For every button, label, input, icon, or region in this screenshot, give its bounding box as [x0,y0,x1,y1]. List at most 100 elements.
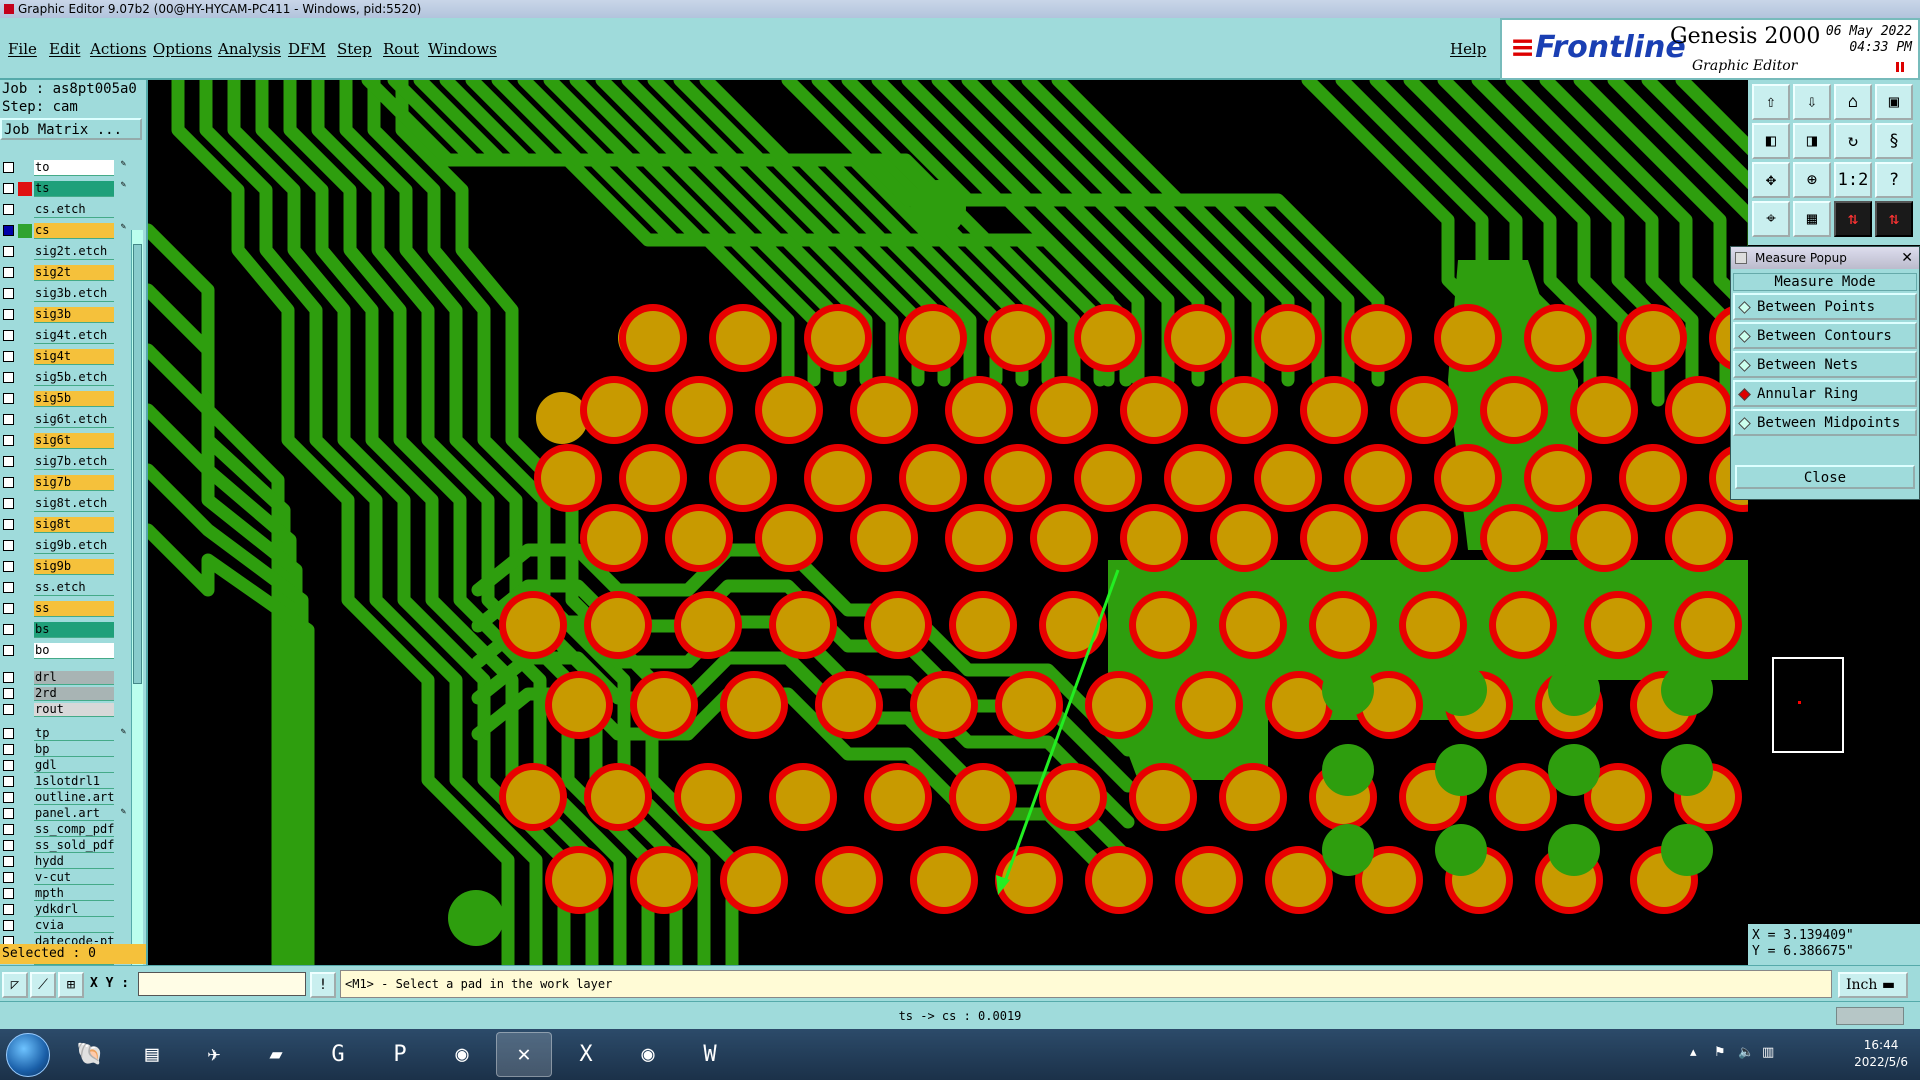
layer-color-swatch[interactable] [18,455,32,469]
layer-checkbox[interactable] [3,624,14,635]
layer-row[interactable]: sig4t.etch [0,326,130,347]
layer-name[interactable]: bs [34,622,114,638]
layer-checkbox[interactable] [3,477,14,488]
ringed-pad[interactable] [1434,444,1502,512]
layer-row[interactable]: sig3b [0,305,130,326]
layer-color-swatch[interactable] [18,371,32,385]
taskbar-excel-icon[interactable]: X [558,1032,614,1077]
start-button[interactable] [6,1033,50,1077]
layer-name[interactable]: sig6t.etch [34,412,114,428]
taskbar-save-icon[interactable]: ▰ [248,1032,304,1077]
layer-color-swatch[interactable] [18,392,32,406]
layer-checkbox[interactable] [3,776,14,787]
measure-option[interactable]: Between Midpoints [1733,409,1917,436]
layer-row[interactable]: sig5b.etch [0,368,130,389]
ringed-pad[interactable] [1164,304,1232,372]
ringed-pad[interactable] [1219,591,1287,659]
layer-row[interactable]: gdl [0,758,130,775]
taskbar-word-icon[interactable]: W [682,1032,738,1077]
ringed-pad[interactable] [720,846,788,914]
home-icon[interactable]: ⌂ [1834,84,1872,120]
layer-row[interactable]: sig5b [0,389,130,410]
zoom-1-2-icon[interactable]: 1:2 [1834,162,1872,198]
layer-checkbox[interactable] [3,688,14,699]
layer-color-swatch[interactable] [18,761,32,775]
scrollbar-thumb[interactable] [133,244,142,684]
layer-checkbox[interactable] [3,393,14,404]
layer-checkbox[interactable] [3,267,14,278]
menu-windows[interactable]: Windows [428,40,497,58]
layer-name[interactable]: sig4t.etch [34,328,114,344]
ringed-pad[interactable] [1120,376,1188,444]
close-icon[interactable]: ✕ [1901,247,1913,269]
layer-row[interactable]: sig9b [0,557,130,578]
taskbar-eye-icon[interactable]: ◉ [434,1032,490,1077]
ringed-pad[interactable] [709,304,777,372]
layer-color-swatch[interactable] [18,182,32,196]
layer-name[interactable]: to [34,160,114,176]
tray-flag-icon[interactable]: ⚑ [1714,1045,1726,1060]
layer-name[interactable]: sig5b.etch [34,370,114,386]
tray-volume-icon[interactable]: 🔈 [1738,1045,1754,1060]
layer-checkbox[interactable] [3,414,14,425]
layer-checkbox[interactable] [3,744,14,755]
ringed-pad[interactable] [1175,846,1243,914]
ringed-pad[interactable] [755,376,823,444]
zoom-fit-icon[interactable]: ✥ [1752,162,1790,198]
layer-checkbox[interactable] [3,204,14,215]
ringed-pad[interactable] [1030,504,1098,572]
layer-row[interactable]: sig2t [0,263,130,284]
ringed-pad[interactable] [1390,376,1458,444]
help-icon[interactable]: ? [1875,162,1913,198]
taskbar-notes-icon[interactable]: ▤ [124,1032,180,1077]
ringed-pad[interactable] [1129,591,1197,659]
select-mode-icon[interactable]: ◸ [2,972,28,998]
ringed-pad[interactable] [1399,591,1467,659]
layer-name[interactable]: ts [34,181,114,197]
layer-row[interactable]: outline.art [0,790,130,807]
ringed-pad[interactable] [619,444,687,512]
layer-checkbox[interactable] [3,519,14,530]
ringed-pad[interactable] [665,376,733,444]
menu-edit[interactable]: Edit [49,40,80,58]
ringed-pad[interactable] [1129,763,1197,831]
layer-row[interactable]: ts ✎ [0,179,130,200]
layer-name[interactable]: ss_comp_pdf [34,823,114,837]
layer-color-swatch[interactable] [18,287,32,301]
layer-name[interactable]: drl [34,671,114,685]
ringed-pad[interactable] [1619,304,1687,372]
layer-color-swatch[interactable] [18,518,32,532]
ringed-pad[interactable] [720,671,788,739]
ringed-pad[interactable] [1254,304,1322,372]
tray-network-icon[interactable]: ▥ [1762,1045,1774,1060]
layer-name[interactable]: ss [34,601,114,617]
ringed-pad[interactable] [1489,591,1557,659]
ringed-pad[interactable] [1085,846,1153,914]
layer-checkbox[interactable] [3,603,14,614]
measure-option[interactable]: Between Nets [1733,351,1917,378]
grid-icon[interactable]: ▦ [1793,201,1831,237]
layer-checkbox[interactable] [3,728,14,739]
ringed-pad[interactable] [674,591,742,659]
ringed-pad[interactable] [630,846,698,914]
pan-left-icon[interactable]: ◧ [1752,123,1790,159]
layer-name[interactable]: sig6t [34,433,114,449]
ringed-pad[interactable] [1344,304,1412,372]
ringed-pad[interactable] [584,763,652,831]
layer-checkbox[interactable] [3,672,14,683]
ringed-pad[interactable] [815,671,883,739]
menu-dfm[interactable]: DFM [288,40,326,58]
ringed-pad[interactable] [1074,444,1142,512]
layer-color-swatch[interactable] [18,689,32,703]
ringed-pad[interactable] [1030,376,1098,444]
layer-row[interactable]: bs [0,620,130,641]
layer-checkbox[interactable] [3,351,14,362]
layer-name[interactable]: sig9b [34,559,114,575]
layer-name[interactable]: sig5b [34,391,114,407]
layer-color-swatch[interactable] [18,350,32,364]
layer-color-swatch[interactable] [18,245,32,259]
ringed-pad[interactable] [1074,304,1142,372]
ringed-pad[interactable] [769,591,837,659]
taskbar-shell-icon[interactable]: 🐚 [62,1032,118,1077]
layer-row[interactable]: bo [0,641,130,662]
